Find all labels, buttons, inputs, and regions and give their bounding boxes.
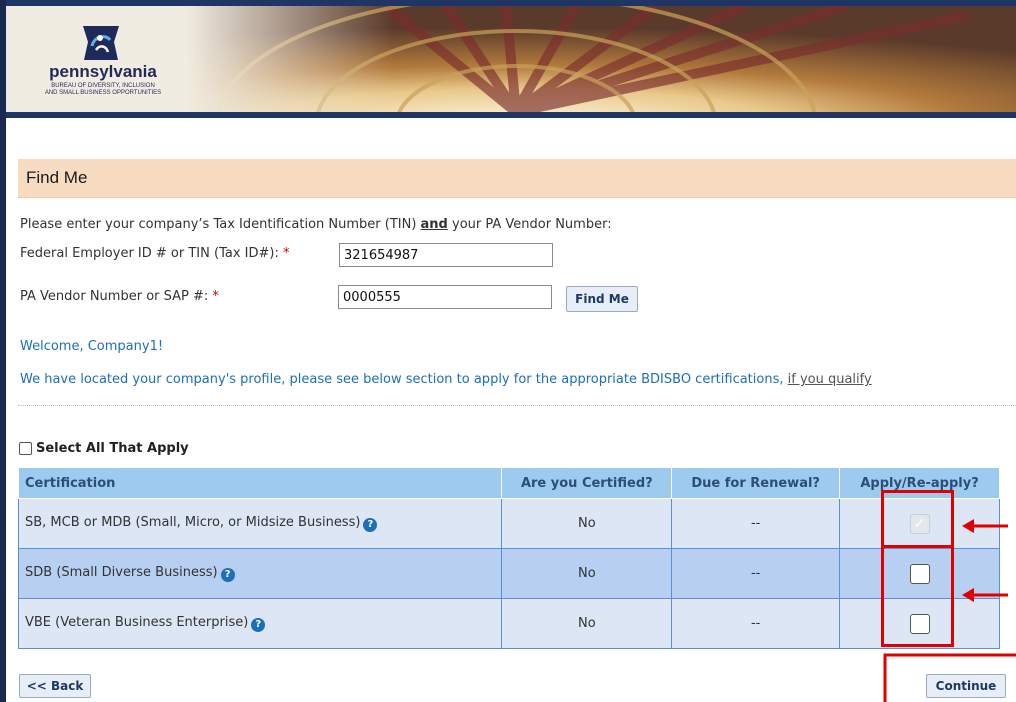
vendor-label: PA Vendor Number or SAP #: * xyxy=(20,289,219,304)
certification-table: Certification Are you Certified? Due for… xyxy=(17,467,1000,649)
certification-name: SB, MCB or MDB (Small, Micro, or Midsize… xyxy=(25,515,361,530)
renewal-cell: -- xyxy=(671,498,841,549)
renewal-cell: -- xyxy=(671,548,841,599)
renewal-cell: -- xyxy=(671,598,841,649)
banner-bottom-bar xyxy=(6,112,1016,118)
table-header-row: Certification Are you Certified? Due for… xyxy=(17,467,1000,499)
logo-name: pennsylvania xyxy=(49,62,157,81)
located-message: We have located your company's profile, … xyxy=(20,372,872,387)
column-header-certification: Certification xyxy=(17,467,503,499)
select-all-label: Select All That Apply xyxy=(36,441,189,456)
certified-cell: No xyxy=(501,598,673,649)
certification-name: SDB (Small Diverse Business) xyxy=(25,565,218,580)
pa-logo: pennsylvania BUREAU OF DIVERSITY, INCLUS… xyxy=(10,24,196,104)
find-me-header: Find Me xyxy=(18,159,1016,198)
vendor-label-text: PA Vendor Number or SAP #: xyxy=(20,289,209,304)
back-button[interactable]: << Back xyxy=(19,674,91,698)
page-title: Find Me xyxy=(26,168,88,187)
help-icon[interactable]: ? xyxy=(251,618,266,632)
select-all-checkbox[interactable] xyxy=(19,442,32,455)
if-you-qualify-link[interactable]: if you qualify xyxy=(788,372,872,387)
certification-cell: SDB (Small Diverse Business)? xyxy=(17,548,503,599)
table-row-vbe: VBE (Veteran Business Enterprise)? No -- xyxy=(17,598,1000,649)
required-mark: * xyxy=(282,246,290,261)
vendor-number-input[interactable] xyxy=(338,285,552,309)
continue-button[interactable]: Continue xyxy=(926,674,1006,698)
intro-and: and xyxy=(420,217,448,232)
certified-cell: No xyxy=(501,548,673,599)
table-row-sdb: SDB (Small Diverse Business)? No -- xyxy=(17,548,1000,599)
intro-prefix: Please enter your company’s Tax Identifi… xyxy=(20,217,421,232)
certified-cell: No xyxy=(501,498,673,549)
help-icon[interactable]: ? xyxy=(220,568,235,582)
annotation-box-sb xyxy=(881,490,954,548)
required-mark: * xyxy=(212,289,219,304)
tin-label: Federal Employer ID # or TIN (Tax ID#): … xyxy=(20,246,289,261)
section-divider xyxy=(18,405,1016,406)
arrow-left-icon xyxy=(962,519,1008,533)
tin-input[interactable] xyxy=(339,243,553,267)
find-me-button[interactable]: Find Me xyxy=(566,286,638,312)
logo-subtitle-line2: AND SMALL BUSINESS OPPORTUNITIES xyxy=(44,90,162,96)
intro-text: Please enter your company’s Tax Identifi… xyxy=(20,217,612,232)
select-all-row[interactable]: Select All That Apply xyxy=(19,441,189,456)
certification-cell: SB, MCB or MDB (Small, Micro, or Midsize… xyxy=(17,498,503,549)
logo-subtitle-line1: BUREAU OF DIVERSITY, INCLUSION xyxy=(51,83,155,89)
certification-cell: VBE (Veteran Business Enterprise)? xyxy=(17,598,503,649)
capitol-dome-image xyxy=(186,6,1016,112)
site-banner: pennsylvania BUREAU OF DIVERSITY, INCLUS… xyxy=(6,0,1016,118)
logo-subtitle: BUREAU OF DIVERSITY, INCLUSION AND SMALL… xyxy=(10,83,196,97)
certification-name: VBE (Veteran Business Enterprise) xyxy=(25,615,249,630)
welcome-message: Welcome, Company1! xyxy=(20,339,164,354)
column-header-renewal: Due for Renewal? xyxy=(671,467,841,499)
help-icon[interactable]: ? xyxy=(363,518,378,532)
keystone-icon xyxy=(83,26,119,60)
annotation-box-sdb-vbe xyxy=(881,545,954,647)
located-text: We have located your company's profile, … xyxy=(20,372,788,387)
arrow-left-icon xyxy=(962,588,1008,602)
tin-label-text: Federal Employer ID # or TIN (Tax ID#): xyxy=(20,246,279,261)
column-header-certified: Are you Certified? xyxy=(501,467,673,499)
table-row-sb: SB, MCB or MDB (Small, Micro, or Midsize… xyxy=(17,498,1000,549)
intro-suffix: your PA Vendor Number: xyxy=(447,217,612,232)
